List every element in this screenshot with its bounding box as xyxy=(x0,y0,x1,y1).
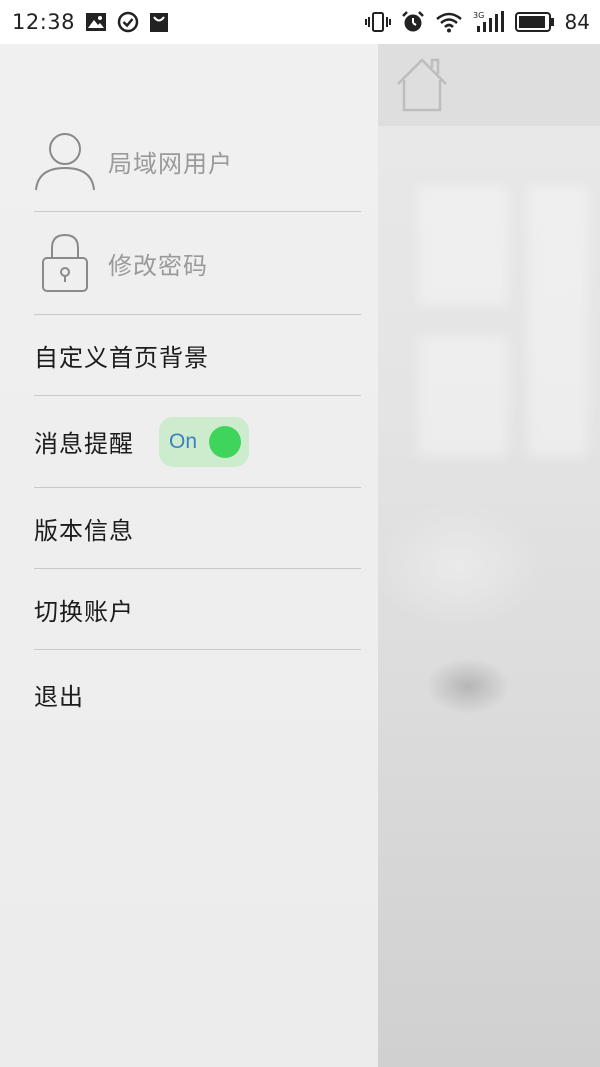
background-image xyxy=(378,126,600,1067)
blurred-window-shape xyxy=(418,186,508,306)
drawer-item-logout[interactable]: 退出 xyxy=(34,650,361,738)
drawer-item-label: 切换账户 xyxy=(34,597,134,626)
change-password-label: 修改密码 xyxy=(108,251,208,280)
wifi-icon xyxy=(435,11,463,33)
battery-percent: 84 xyxy=(564,10,590,34)
drawer-item-label: 版本信息 xyxy=(34,516,134,545)
image-icon xyxy=(85,12,107,32)
vibrate-icon xyxy=(364,11,391,33)
blurred-window-shape xyxy=(418,336,508,456)
drawer-item-custom-background[interactable]: 自定义首页背景 xyxy=(34,315,361,396)
status-time: 12:38 xyxy=(12,10,76,34)
toggle-state-label: On xyxy=(169,429,198,453)
drawer-item-label: 自定义首页背景 xyxy=(34,343,209,372)
message-alerts-toggle[interactable]: On xyxy=(159,416,249,467)
status-bar: 12:38 3G 84 xyxy=(0,0,600,44)
drawer-item-message-alerts: 消息提醒 On xyxy=(34,396,361,488)
user-icon xyxy=(34,130,96,194)
network-type-label: 3G xyxy=(473,11,484,20)
check-circle-icon xyxy=(117,11,139,33)
drawer-change-password-row[interactable]: 修改密码 xyxy=(34,212,361,315)
drawer-item-label: 消息提醒 xyxy=(34,430,134,458)
home-icon[interactable] xyxy=(394,56,450,118)
user-name-label: 局域网用户 xyxy=(108,150,233,178)
battery-icon xyxy=(514,11,555,33)
blurred-window-shape xyxy=(528,186,588,456)
signal-3g-icon: 3G xyxy=(473,10,505,34)
shopping-bag-icon xyxy=(149,11,169,33)
navigation-drawer: 局域网用户 修改密码 自定义首页背景 消息提醒 On 版本信息 切换账户 退出 xyxy=(0,44,378,1067)
drawer-item-label: 退出 xyxy=(34,682,84,711)
drawer-user-row[interactable]: 局域网用户 xyxy=(34,112,361,212)
drawer-item-version-info[interactable]: 版本信息 xyxy=(34,488,361,569)
lock-icon xyxy=(34,232,96,294)
status-bar-right: 3G 84 xyxy=(364,10,590,34)
drawer-item-switch-account[interactable]: 切换账户 xyxy=(34,569,361,650)
status-bar-left: 12:38 xyxy=(12,10,169,34)
background-app[interactable] xyxy=(378,44,600,1067)
background-app-header xyxy=(378,44,600,126)
alarm-icon xyxy=(401,10,425,34)
toggle-knob xyxy=(209,425,241,458)
